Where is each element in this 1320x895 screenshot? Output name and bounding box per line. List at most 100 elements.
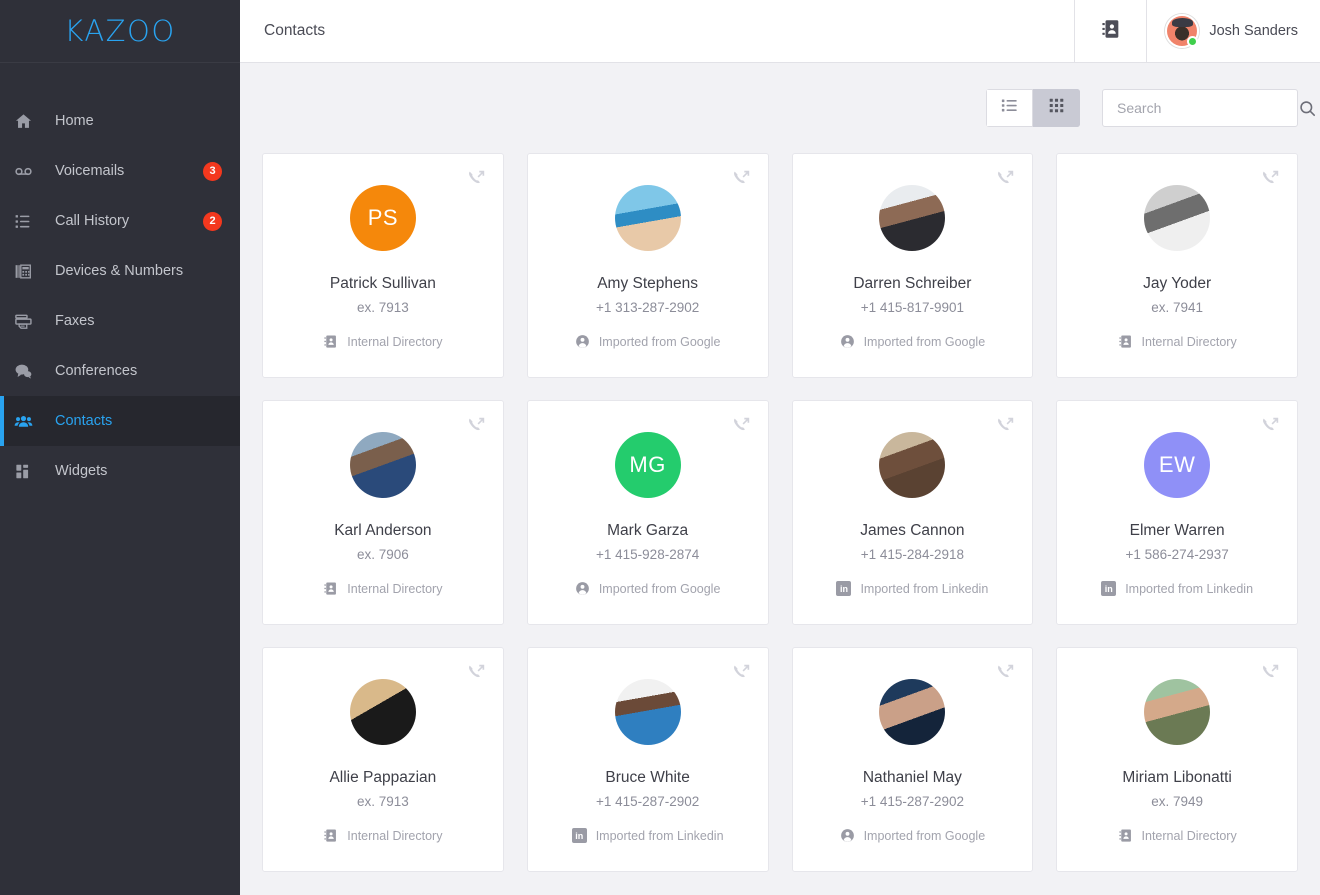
top-bar: Contacts Josh Sanders — [240, 0, 1320, 63]
view-toggle-group — [986, 89, 1080, 127]
contact-source: in Imported from Linkedin — [528, 828, 768, 843]
phone-outgoing-icon[interactable] — [731, 168, 752, 194]
grid-view-icon — [1048, 97, 1065, 119]
linkedin-icon: in — [571, 828, 587, 843]
contact-name: Patrick Sullivan — [329, 275, 436, 292]
contact-card[interactable]: MG Mark Garza +1 415-928-2874 Imported from… — [526, 400, 769, 625]
sidebar-item-widgets[interactable]: Widgets — [0, 446, 240, 496]
list-icon — [14, 212, 44, 231]
contact-number: +1 415-287-2902 — [596, 794, 700, 809]
contact-card[interactable]: EW Elmer Warren +1 586-274-2937 in Imported … — [1056, 400, 1298, 625]
phone-outgoing-icon[interactable] — [731, 662, 752, 688]
contact-number: ex. 7913 — [356, 794, 409, 809]
google-contact-icon — [575, 581, 590, 596]
sidebar-item-label: Devices & Numbers — [55, 263, 184, 279]
contact-name: Darren Schreiber — [853, 275, 972, 292]
avatar: MG — [614, 432, 681, 498]
avatar — [349, 432, 416, 498]
sidebar-item-label: Contacts — [55, 413, 113, 429]
contact-name: Karl Anderson — [334, 522, 432, 539]
sidebar-item-call-history[interactable]: Call History 2 — [0, 196, 240, 246]
google-contact-icon — [840, 828, 855, 843]
contact-source-label: Imported from Linkedin — [595, 828, 724, 843]
contact-card[interactable]: Karl Anderson ex. 7906 Internal Directory — [262, 400, 504, 625]
app-root: KAZOO Home Voicemails 3 Call History 2 Device… — [0, 0, 1320, 895]
content-area: PS Patrick Sullivan ex. 7913 Internal Direc… — [240, 63, 1320, 895]
phone-outgoing-icon[interactable] — [1260, 168, 1281, 194]
contact-number: +1 415-928-2874 — [596, 547, 700, 562]
contact-name: Jay Yoder — [1143, 275, 1212, 292]
sidebar-item-voicemails[interactable]: Voicemails 3 — [0, 146, 240, 196]
address-book-icon — [323, 828, 338, 843]
contact-source-label: Imported from Google — [598, 334, 721, 349]
address-book-icon — [1118, 828, 1133, 843]
sidebar-item-label: Widgets — [55, 463, 108, 479]
contact-source: Internal Directory — [263, 581, 503, 596]
phone-outgoing-icon[interactable] — [466, 168, 487, 194]
sidebar-item-label: Voicemails — [55, 163, 125, 179]
contact-card[interactable]: James Cannon +1 415-284-2918 in Imported fr… — [791, 400, 1034, 625]
contact-source: Internal Directory — [1057, 334, 1297, 349]
avatar: EW — [1144, 432, 1211, 498]
directory-button[interactable] — [1074, 0, 1146, 62]
phone-outgoing-icon[interactable] — [995, 662, 1016, 688]
contact-card[interactable]: Darren Schreiber +1 415-817-9901 Imported … — [791, 153, 1034, 378]
sidebar-item-home[interactable]: Home — [0, 96, 240, 146]
contact-source: Imported from Google — [528, 581, 768, 596]
contact-name: Allie Pappazian — [329, 769, 437, 786]
sidebar: KAZOO Home Voicemails 3 Call History 2 Device… — [0, 0, 240, 895]
page-title: Contacts — [264, 22, 326, 39]
avatar — [1165, 14, 1200, 48]
contacts-grid: PS Patrick Sullivan ex. 7913 Internal Direc… — [262, 153, 1298, 872]
phone-outgoing-icon[interactable] — [995, 415, 1016, 441]
phone-outgoing-icon[interactable] — [1260, 662, 1281, 688]
sidebar-badge: 3 — [203, 161, 222, 181]
sidebar-item-conferences[interactable]: Conferences — [0, 346, 240, 396]
phone-outgoing-icon[interactable] — [466, 662, 487, 688]
fax-icon — [14, 312, 44, 331]
phone-outgoing-icon[interactable] — [466, 415, 487, 441]
google-contact-icon — [575, 334, 590, 349]
kazoo-logo: KAZOO — [64, 14, 176, 48]
user-menu[interactable]: Josh Sanders — [1146, 0, 1320, 62]
contact-source: in Imported from Linkedin — [1057, 581, 1297, 596]
avatar — [349, 679, 416, 745]
contact-card[interactable]: Amy Stephens +1 313-287-2902 Imported from… — [526, 153, 769, 378]
sidebar-item-faxes[interactable]: Faxes — [0, 296, 240, 346]
contact-name: Elmer Warren — [1129, 522, 1225, 539]
search-box — [1102, 89, 1316, 127]
sidebar-item-contacts[interactable]: Contacts — [0, 396, 240, 446]
logo-area: KAZOO — [0, 0, 240, 63]
contact-card[interactable]: Allie Pappazian ex. 7913 Internal Director… — [262, 647, 504, 872]
phone-outgoing-icon[interactable] — [1260, 415, 1281, 441]
contact-card[interactable]: Bruce White +1 415-287-2902 in Imported fro… — [526, 647, 769, 872]
avatar — [614, 679, 681, 745]
grid-view-button[interactable] — [1033, 89, 1080, 127]
contact-source: Imported from Google — [793, 334, 1033, 349]
sidebar-item-devices-numbers[interactable]: Devices & Numbers — [0, 246, 240, 296]
contact-card[interactable]: Miriam Libonatti ex. 7949 Internal Directo… — [1056, 647, 1298, 872]
devices-icon — [14, 262, 44, 281]
avatar: PS — [349, 185, 416, 251]
contact-source: Internal Directory — [263, 334, 503, 349]
user-name: Josh Sanders — [1209, 23, 1298, 39]
avatar — [1144, 185, 1211, 251]
widgets-icon — [14, 462, 44, 481]
search-input[interactable] — [1117, 100, 1298, 116]
contact-number: +1 415-284-2918 — [860, 547, 964, 562]
contact-card[interactable]: Jay Yoder ex. 7941 Internal Directory — [1056, 153, 1298, 378]
avatar — [879, 432, 946, 498]
contact-name: Miriam Libonatti — [1122, 769, 1232, 786]
contact-source-label: Internal Directory — [347, 334, 443, 349]
contact-card[interactable]: PS Patrick Sullivan ex. 7913 Internal Direc… — [262, 153, 504, 378]
search-icon[interactable] — [1298, 99, 1317, 118]
phone-outgoing-icon[interactable] — [995, 168, 1016, 194]
contact-source: in Imported from Linkedin — [793, 581, 1033, 596]
contact-card[interactable]: Nathaniel May +1 415-287-2902 Imported fro… — [791, 647, 1034, 872]
phone-outgoing-icon[interactable] — [731, 415, 752, 441]
contact-name: Amy Stephens — [597, 275, 699, 292]
linkedin-icon: in — [836, 581, 852, 596]
contact-source-label: Imported from Linkedin — [860, 581, 989, 596]
list-view-button[interactable] — [986, 89, 1033, 127]
avatar-initials: EW — [1158, 452, 1196, 477]
